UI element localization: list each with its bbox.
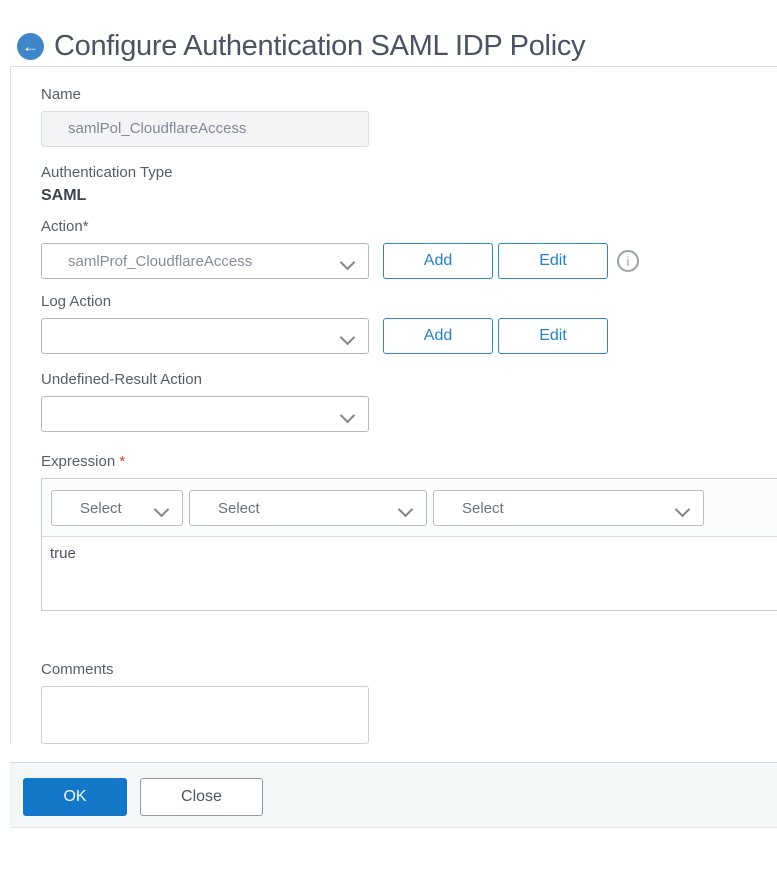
- comments-label: Comments: [41, 661, 114, 678]
- undefined-result-action-label: Undefined-Result Action: [41, 371, 202, 388]
- expression-select-3[interactable]: Select: [433, 490, 704, 526]
- chevron-down-icon: [342, 255, 354, 267]
- auth-type-label: Authentication Type: [41, 164, 173, 181]
- chevron-down-icon: [342, 408, 354, 420]
- auth-type-value: SAML: [41, 187, 87, 204]
- log-action-select[interactable]: [41, 318, 369, 354]
- action-select[interactable]: samlProf_CloudflareAccess: [41, 243, 369, 279]
- form-footer: OK Close: [10, 762, 777, 828]
- required-asterisk: *: [119, 453, 126, 470]
- form-panel: Name samlPol_CloudflareAccess Authentica…: [10, 66, 777, 744]
- action-edit-button[interactable]: Edit: [498, 243, 608, 279]
- arrow-left-icon: ←: [22, 37, 39, 56]
- configure-saml-idp-policy-page: ← Configure Authentication SAML IDP Poli…: [0, 0, 777, 877]
- page-header: ← Configure Authentication SAML IDP Poli…: [0, 0, 777, 66]
- chevron-down-icon: [677, 502, 689, 514]
- expression-toolbar: Select Select Select: [42, 479, 777, 537]
- expression-label-text: Expression: [41, 453, 116, 470]
- expression-select-2[interactable]: Select: [189, 490, 427, 526]
- action-label: Action*: [41, 218, 89, 235]
- chevron-down-icon: [156, 502, 168, 514]
- expression-select-1-value: Select: [80, 499, 122, 517]
- log-action-edit-button[interactable]: Edit: [498, 318, 608, 354]
- expression-select-1[interactable]: Select: [51, 490, 183, 526]
- chevron-down-icon: [400, 502, 412, 514]
- chevron-down-icon: [342, 330, 354, 342]
- expression-select-2-value: Select: [218, 499, 260, 517]
- log-action-label: Log Action: [41, 293, 112, 310]
- comments-input[interactable]: [41, 686, 369, 744]
- page-title: Configure Authentication SAML IDP Policy: [54, 30, 586, 62]
- log-action-add-button[interactable]: Add: [383, 318, 493, 354]
- action-row: samlProf_CloudflareAccess Add Edit i: [41, 243, 777, 279]
- expression-select-3-value: Select: [462, 499, 504, 517]
- info-icon[interactable]: i: [617, 250, 639, 272]
- action-add-button[interactable]: Add: [383, 243, 493, 279]
- back-button[interactable]: ←: [17, 33, 44, 60]
- expression-label: Expression *: [41, 453, 777, 470]
- ok-button[interactable]: OK: [23, 778, 127, 816]
- undefined-result-action-select[interactable]: [41, 396, 369, 432]
- expression-text-input[interactable]: true: [42, 537, 777, 610]
- name-label: Name: [41, 86, 82, 103]
- action-select-value: samlProf_CloudflareAccess: [68, 252, 253, 270]
- close-button[interactable]: Close: [140, 778, 263, 816]
- log-action-row: Add Edit: [41, 318, 777, 354]
- name-field: samlPol_CloudflareAccess: [41, 111, 369, 147]
- expression-editor: Select Select Select true: [41, 478, 777, 611]
